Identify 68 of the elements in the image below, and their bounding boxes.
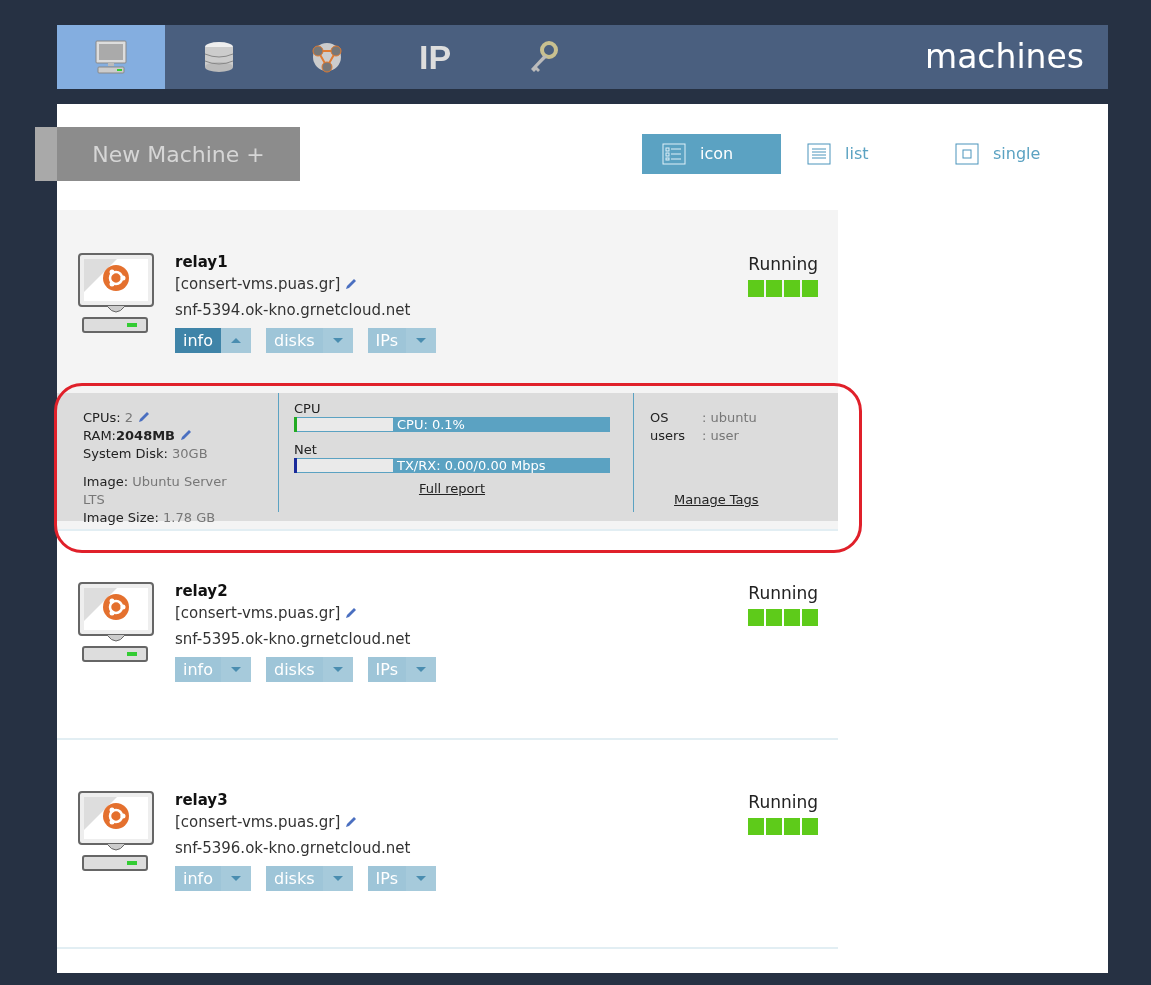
pencil-icon[interactable] [344,606,359,620]
pencil-icon[interactable] [137,410,151,424]
status-label: Running [748,582,818,605]
status-label: Running [748,253,818,276]
page-title: machines [925,36,1084,79]
machine-name: relay3 [175,790,229,810]
meta-label: OS [650,409,670,427]
caret-down-icon [416,667,426,672]
manage-tags-link[interactable]: Manage Tags [674,491,838,509]
meta-value: : user [702,427,739,445]
meter-title: CPU [294,401,322,417]
meter-reading: CPU: 0.1% [396,417,465,432]
spec-line: RAM:2048MB [83,427,252,445]
toggle-button[interactable]: disks [266,328,353,353]
toggle-button[interactable]: IPs [367,328,436,353]
status-indicator-icon [748,279,818,297]
hostname: snf-5396.ok-kno.grnetcloud.net [175,838,412,859]
view-mode-tab[interactable]: single [935,134,1083,174]
spec-line: Image: Ubuntu Server LTS [83,473,228,509]
pencil-icon[interactable] [179,428,194,442]
machine-name: relay2 [175,581,229,601]
toggle-button[interactable]: info [175,866,251,891]
status-label: Running [748,791,818,814]
list-view-icon [662,143,686,165]
project-name: [consert-vms.puas.gr] [175,275,341,293]
spec-line: CPUs: 2 [83,409,252,427]
meta-label: users [650,427,687,445]
meter-title: Net [294,442,318,458]
caret-down-icon [231,667,241,672]
hostname: snf-5395.ok-kno.grnetcloud.net [175,629,412,650]
new-machine-button[interactable]: New Machine + [35,127,300,181]
machine-name: relay1 [175,252,229,272]
caret-down-icon [416,338,426,343]
toggle-button[interactable]: disks [266,866,353,891]
project-name: [consert-vms.puas.gr] [175,604,341,622]
meta-value: : ubuntu [702,409,757,427]
pencil-icon[interactable] [344,277,359,291]
toggle-button[interactable]: disks [266,657,353,682]
caret-up-icon [231,338,241,343]
caret-down-icon [416,876,426,881]
machine-icon [77,252,155,336]
project-name: [consert-vms.puas.gr] [175,813,341,831]
nav-tab[interactable] [57,25,165,89]
lines-icon [807,143,831,165]
caret-down-icon [332,338,343,343]
toggle-button[interactable]: info [175,657,251,682]
caret-down-icon [332,667,343,672]
caret-down-icon [231,876,241,881]
toggle-button[interactable]: IPs [367,657,436,682]
toggle-button[interactable]: info [175,328,251,353]
caret-down-icon [332,876,343,881]
status-indicator-icon [748,608,818,626]
toggle-button[interactable]: IPs [367,866,436,891]
hostname: snf-5394.ok-kno.grnetcloud.net [175,300,412,321]
machine-icon [77,790,155,874]
view-mode-tab[interactable]: list [787,134,935,174]
ip-label: IP [418,40,452,74]
monitor-icon [93,39,129,75]
spec-line: System Disk: 30GB [83,445,209,463]
meter-reading: TX/RX: 0.00/0.00 Mbps [396,458,546,473]
spec-line: Image Size: 1.78 GB [83,509,217,527]
pencil-icon[interactable] [344,815,359,829]
full-report-link[interactable]: Full report [418,479,486,499]
status-indicator-icon [748,817,818,835]
nav-tab[interactable]: IP [381,25,489,89]
view-mode-tab[interactable]: icon [642,134,781,174]
square-icon [955,143,979,165]
machine-icon [77,581,155,665]
